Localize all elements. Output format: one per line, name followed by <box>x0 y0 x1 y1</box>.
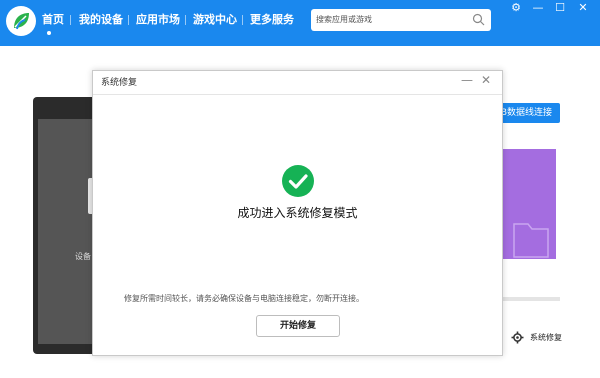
maximize-window-button[interactable]: ☐ <box>553 2 567 14</box>
search-icon[interactable] <box>472 13 485 26</box>
nav-separator <box>128 15 129 25</box>
system-repair-link[interactable]: 系统修复 <box>530 333 562 343</box>
device-caption: 设备 <box>75 252 91 261</box>
dialog-close-button[interactable]: ✕ <box>481 73 491 87</box>
nav-active-indicator <box>47 31 51 35</box>
nav-more-services[interactable]: 更多服务 <box>250 13 294 27</box>
promo-banner[interactable] <box>500 149 556 259</box>
nav-separator <box>185 15 186 25</box>
nav-home[interactable]: 首页 <box>42 13 64 27</box>
system-repair-dialog: 系统修复 — ✕ 成功进入系统修复模式 修复所需时间较长，请务必确保设备与电脑连… <box>92 70 503 356</box>
leaf-logo-icon <box>14 13 29 30</box>
progress-track <box>500 297 560 301</box>
gear-icon[interactable] <box>511 331 524 344</box>
nav-game-center[interactable]: 游戏中心 <box>193 13 237 27</box>
top-bar: 首页 我的设备 应用市场 游戏中心 更多服务 搜索应用或游戏 ⚙ — ☐ ✕ <box>0 0 600 46</box>
nav-separator <box>70 15 71 25</box>
minimize-window-button[interactable]: — <box>531 2 545 14</box>
repair-notice: 修复所需时间较长，请务必确保设备与电脑连接稳定，勿断开连接。 <box>124 294 364 303</box>
close-window-button[interactable]: ✕ <box>576 2 590 14</box>
dialog-divider <box>93 94 502 95</box>
search-input[interactable]: 搜索应用或游戏 <box>316 14 372 26</box>
success-check-icon <box>282 165 314 197</box>
start-repair-button[interactable]: 开始修复 <box>256 315 340 337</box>
dialog-minimize-button[interactable]: — <box>461 73 473 87</box>
nav-app-market[interactable]: 应用市场 <box>136 13 180 27</box>
dialog-title: 系统修复 <box>101 78 138 88</box>
folder-illustration-icon <box>513 223 549 258</box>
nav-my-devices[interactable]: 我的设备 <box>79 13 123 27</box>
nav-separator <box>242 15 243 25</box>
search-box[interactable]: 搜索应用或游戏 <box>311 9 491 31</box>
success-message: 成功进入系统修复模式 <box>237 206 358 220</box>
settings-gear-icon[interactable]: ⚙ <box>509 2 523 14</box>
app-logo <box>6 6 36 36</box>
device-screen <box>38 119 96 344</box>
